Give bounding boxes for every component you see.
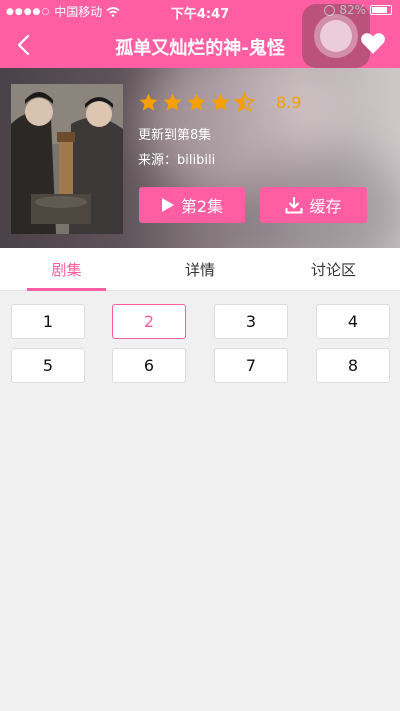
battery-icon [370, 5, 392, 15]
tab-episodes[interactable]: 剧集 [0, 248, 133, 291]
star-half-icon [234, 92, 255, 112]
episode-button[interactable]: 4 [316, 304, 390, 339]
play-episode-button[interactable]: 第2集 [139, 187, 245, 223]
episode-button[interactable]: 6 [112, 348, 186, 383]
tab-details[interactable]: 详情 [133, 248, 267, 291]
poster-image[interactable] [11, 84, 123, 234]
episode-button-active[interactable]: 2 [112, 304, 186, 339]
rating-stars: 8.9 [138, 92, 301, 113]
tab-bar: 剧集 详情 讨论区 [0, 248, 400, 291]
episode-button[interactable]: 3 [214, 304, 288, 339]
update-status: 更新到第8集 [138, 128, 212, 143]
star-icon [211, 93, 230, 111]
play-button-label: 第2集 [180, 197, 224, 216]
rating-score: 8.9 [276, 93, 302, 112]
top-bar: ●●●●○ 中国移动 下午4:47 82% 孤单又灿烂的神-鬼怪 [0, 0, 400, 68]
star-icon [187, 93, 206, 111]
play-icon [161, 198, 174, 212]
active-tab-indicator [27, 288, 106, 291]
episode-button[interactable]: 5 [11, 348, 85, 383]
episode-button[interactable]: 1 [11, 304, 85, 339]
download-icon [285, 197, 303, 214]
star-icon [139, 93, 158, 111]
source-label: 来源：bilibili [138, 153, 216, 168]
poster-art [11, 84, 123, 234]
cache-button-label: 缓存 [309, 197, 342, 216]
show-header: 8.9 更新到第8集 来源：bilibili 第2集 缓存 [0, 68, 400, 248]
cache-button[interactable]: 缓存 [260, 187, 367, 223]
episode-button[interactable]: 8 [316, 348, 390, 383]
heart-icon[interactable] [360, 30, 386, 56]
episode-button[interactable]: 7 [214, 348, 288, 383]
tab-discussion[interactable]: 讨论区 [267, 248, 400, 291]
star-icon [163, 93, 182, 111]
